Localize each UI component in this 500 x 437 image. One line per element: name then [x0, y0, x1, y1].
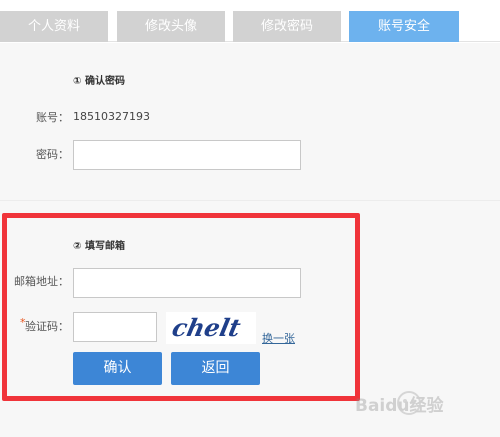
step1-title: ① 确认密码 — [73, 76, 125, 87]
baidu-watermark: Baidu经验 — [355, 385, 495, 425]
tab-profile[interactable]: 个人资料 — [0, 11, 108, 42]
tab-avatar[interactable]: 修改头像 — [117, 11, 225, 42]
tab-change-password[interactable]: 修改密码 — [233, 11, 341, 42]
watermark-text: Baidu经验 — [355, 395, 445, 416]
tab-account-security[interactable]: 账号安全 — [349, 11, 459, 42]
account-label: 账号： — [36, 111, 69, 124]
tab-bar: 个人资料 修改头像 修改密码 账号安全 — [0, 0, 500, 42]
password-input[interactable] — [73, 140, 301, 170]
highlight-box — [2, 213, 360, 401]
password-label: 密码： — [36, 148, 69, 161]
account-value: 18510327193 — [73, 110, 150, 123]
